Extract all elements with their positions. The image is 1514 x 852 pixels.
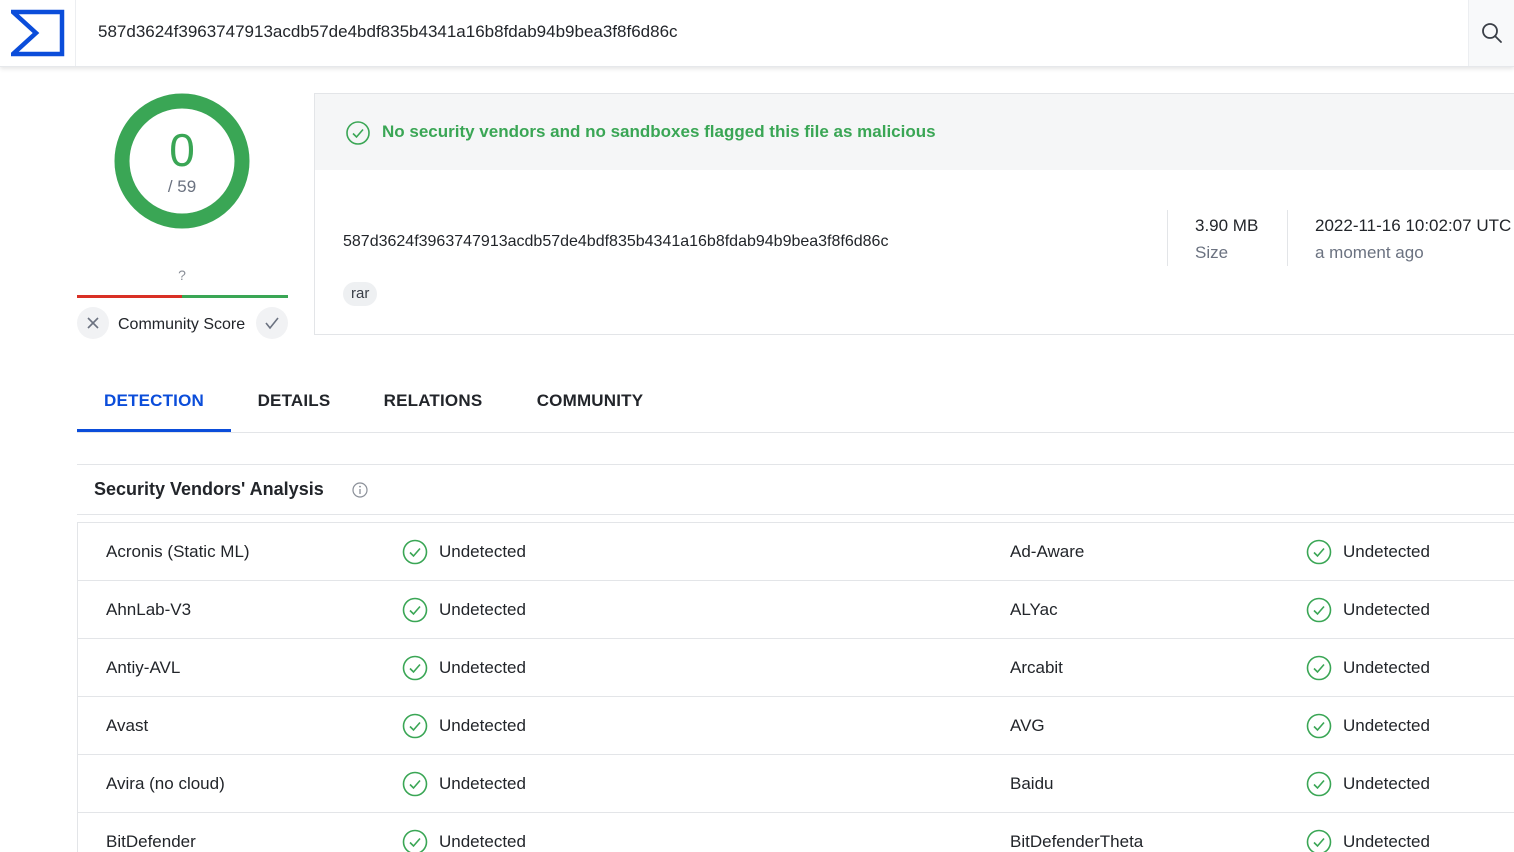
vendor-status: Undetected <box>402 755 526 813</box>
status-text: Undetected <box>439 774 526 793</box>
check-circle-icon <box>402 713 428 739</box>
check-circle-icon <box>402 597 428 623</box>
table-row: Antiy-AVL Undetected Arcabit Undetected <box>78 639 1514 697</box>
vendor-table: Acronis (Static ML) Undetected Ad-Aware Und… <box>77 522 1514 852</box>
status-text: Undetected <box>1343 658 1430 677</box>
status-text: Undetected <box>439 600 526 619</box>
vendor-name: Ad-Aware <box>1010 542 1085 561</box>
engine-total: / 59 <box>167 177 197 196</box>
table-row: Avast Undetected AVG Undetected <box>78 697 1514 755</box>
analysis-header: Security Vendors' Analysis <box>77 464 1514 515</box>
section-title: Security Vendors' Analysis <box>94 479 324 499</box>
file-size-value: 3.90 MB <box>1195 216 1259 235</box>
vendor-name: BitDefenderTheta <box>1010 832 1144 851</box>
virustotal-logo-icon[interactable] <box>0 0 76 66</box>
vendor-name: Acronis (Static ML) <box>106 542 250 561</box>
file-type-tag[interactable]: rar <box>343 282 378 306</box>
check-circle-icon <box>1306 539 1332 565</box>
verdict-text: No security vendors and no sandboxes fla… <box>382 122 936 141</box>
top-bar <box>0 0 1514 67</box>
vendor-status: Undetected <box>1306 523 1430 581</box>
tab-community[interactable]: COMMUNITY <box>525 380 655 432</box>
vendor-name: AVG <box>1010 716 1045 735</box>
search-button[interactable] <box>1468 0 1514 66</box>
status-text: Undetected <box>1343 542 1430 561</box>
community-bar-negative <box>77 295 182 298</box>
status-text: Undetected <box>439 832 526 851</box>
vendor-status: Undetected <box>1306 697 1430 755</box>
search-icon <box>1481 23 1502 43</box>
table-row: AhnLab-V3 Undetected ALYac Undetected <box>78 581 1514 639</box>
table-row: Acronis (Static ML) Undetected Ad-Aware Und… <box>78 523 1514 581</box>
vendor-name: Baidu <box>1010 774 1054 793</box>
file-hash: 587d3624f3963747913acdb57de4bdf835b4341a… <box>343 233 889 250</box>
vendor-name: ALYac <box>1010 600 1058 619</box>
status-text: Undetected <box>439 658 526 677</box>
vendor-name: Avast <box>106 716 149 735</box>
vote-harmful-button[interactable] <box>77 307 109 339</box>
check-circle-icon <box>1306 829 1332 852</box>
vendor-status: Undetected <box>402 639 526 697</box>
vote-harmless-button[interactable] <box>256 307 288 339</box>
community-score-value: ? <box>178 267 186 283</box>
vendor-name: BitDefender <box>106 832 196 851</box>
tab-relations[interactable]: RELATIONS <box>372 380 494 432</box>
vendor-name: Avira (no cloud) <box>106 774 225 793</box>
file-summary-card: No security vendors and no sandboxes fla… <box>314 93 1514 335</box>
close-icon <box>87 317 99 329</box>
check-circle-icon <box>402 539 428 565</box>
status-text: Undetected <box>1343 774 1430 793</box>
tab-details[interactable]: DETAILS <box>240 380 348 432</box>
check-circle-icon <box>402 829 428 852</box>
vendor-status: Undetected <box>402 523 526 581</box>
vendor-status: Undetected <box>402 697 526 755</box>
check-circle-icon <box>402 655 428 681</box>
tab-bar: DETECTION DETAILS RELATIONS COMMUNITY <box>77 380 1514 433</box>
check-circle-icon <box>402 771 428 797</box>
check-circle-icon <box>1306 771 1332 797</box>
analysis-date-value: 2022-11-16 10:02:07 UTC <box>1315 216 1512 235</box>
file-size-label: Size <box>1195 243 1229 262</box>
detection-count: 0 <box>169 124 195 176</box>
vendor-status: Undetected <box>402 581 526 639</box>
divider <box>1167 210 1168 266</box>
check-circle-icon <box>1306 655 1332 681</box>
vendor-status: Undetected <box>1306 755 1430 813</box>
community-bar-positive <box>182 295 288 298</box>
info-icon[interactable] <box>352 482 368 498</box>
status-text: Undetected <box>1343 832 1430 851</box>
vendor-name: Arcabit <box>1010 658 1063 677</box>
vendor-name: Antiy-AVL <box>106 658 181 677</box>
vendor-status: Undetected <box>402 813 526 852</box>
status-text: Undetected <box>439 542 526 561</box>
tab-detection[interactable]: DETECTION <box>77 380 231 432</box>
vendor-status: Undetected <box>1306 581 1430 639</box>
verdict-banner: No security vendors and no sandboxes fla… <box>315 94 1514 170</box>
status-text: Undetected <box>1343 600 1430 619</box>
check-circle-icon <box>1306 597 1332 623</box>
check-icon <box>265 317 279 330</box>
status-text: Undetected <box>1343 716 1430 735</box>
table-row: Avira (no cloud) Undetected Baidu Undetecte… <box>78 755 1514 813</box>
vendor-status: Undetected <box>1306 639 1430 697</box>
analysis-date-relative: a moment ago <box>1315 243 1424 262</box>
vendor-name: AhnLab-V3 <box>106 600 192 619</box>
vendor-status: Undetected <box>1306 813 1430 852</box>
status-text: Undetected <box>439 716 526 735</box>
table-row: BitDefender Undetected BitDefenderTheta Und… <box>78 813 1514 852</box>
divider <box>1287 210 1288 266</box>
community-score-label: Community Score <box>118 316 246 333</box>
check-circle-icon <box>1306 713 1332 739</box>
check-circle-icon <box>346 121 370 145</box>
search-input[interactable] <box>98 18 1398 46</box>
